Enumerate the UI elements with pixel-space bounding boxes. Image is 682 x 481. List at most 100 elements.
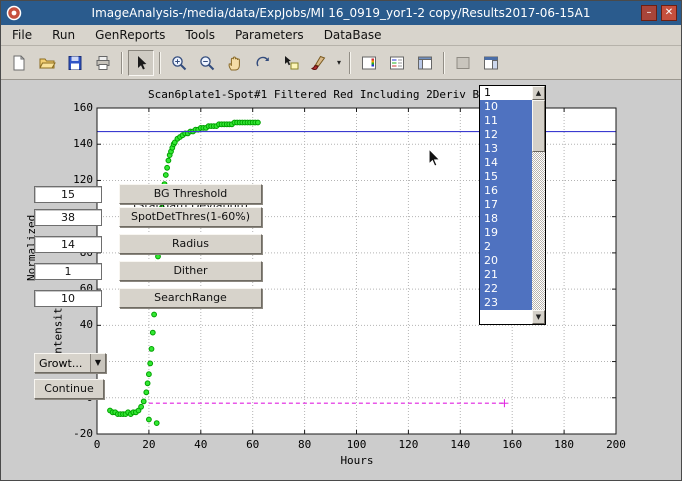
- save-button[interactable]: [62, 50, 88, 76]
- value-list-item[interactable]: 14: [480, 156, 532, 170]
- y-tick-label: 140: [61, 137, 93, 150]
- close-button[interactable]: ✕: [661, 5, 677, 21]
- scroll-down-icon[interactable]: ▼: [532, 310, 545, 324]
- data-point: [147, 372, 152, 377]
- data-point: [145, 381, 150, 386]
- dither-input[interactable]: [34, 263, 102, 280]
- value-list: 1 ▲ 10111213141516171819220212223 ▼: [479, 85, 546, 325]
- menu-parameters[interactable]: Parameters: [226, 26, 313, 44]
- data-point: [149, 347, 154, 352]
- x-tick-label: 60: [238, 438, 268, 451]
- x-tick-label: 20: [134, 438, 164, 451]
- x-tick-label: 100: [342, 438, 372, 451]
- edit-plot-button[interactable]: [128, 50, 154, 76]
- zoom-in-icon: [170, 54, 188, 72]
- data-point: [154, 421, 159, 426]
- scrollbar-track[interactable]: [532, 100, 545, 310]
- menu-tools[interactable]: Tools: [176, 26, 224, 44]
- value-list-item[interactable]: 22: [480, 282, 532, 296]
- pan-button[interactable]: [222, 50, 248, 76]
- value-list-item[interactable]: 10: [480, 100, 532, 114]
- brush-icon: [310, 54, 328, 72]
- insert-legend-button[interactable]: [384, 50, 410, 76]
- value-list-item[interactable]: 21: [480, 268, 532, 282]
- data-point: [147, 417, 152, 422]
- menu-file[interactable]: File: [3, 26, 41, 44]
- data-cursor-button[interactable]: [278, 50, 304, 76]
- plot-tools-button[interactable]: [412, 50, 438, 76]
- insert-colorbar-icon: [360, 54, 378, 72]
- x-tick-label: 140: [445, 438, 475, 451]
- window-title: ImageAnalysis-/media/data/ExpJobs/MI 16_…: [1, 6, 681, 20]
- value-list-item[interactable]: 17: [480, 198, 532, 212]
- new-figure-button[interactable]: [6, 50, 32, 76]
- rotate-3d-icon: [254, 54, 272, 72]
- value-list-item[interactable]: 15: [480, 170, 532, 184]
- chevron-down-icon[interactable]: ▼: [90, 354, 105, 372]
- toolbar: ▾: [1, 46, 681, 80]
- x-axis-label: Hours: [326, 454, 388, 467]
- brush-button[interactable]: [306, 50, 332, 76]
- show-plot-tools-button[interactable]: [478, 50, 504, 76]
- value-list-item[interactable]: 16: [480, 184, 532, 198]
- rotate-3d-button[interactable]: [250, 50, 276, 76]
- menu-run[interactable]: Run: [43, 26, 84, 44]
- print-button[interactable]: [90, 50, 116, 76]
- brush-dropdown-caret[interactable]: ▾: [334, 50, 344, 76]
- window-menu-icon[interactable]: [6, 5, 22, 21]
- x-tick-label: 40: [186, 438, 216, 451]
- dither-button[interactable]: Dither: [119, 261, 262, 281]
- menu-genreports[interactable]: GenReports: [86, 26, 174, 44]
- y-tick-label: 40: [61, 318, 93, 331]
- value-list-item[interactable]: 18: [480, 212, 532, 226]
- x-tick-label: 200: [601, 438, 631, 451]
- data-point: [144, 390, 149, 395]
- title-bar: ImageAnalysis-/media/data/ExpJobs/MI 16_…: [1, 1, 681, 25]
- data-point: [165, 165, 170, 170]
- data-point: [156, 254, 161, 259]
- searchrange-button[interactable]: SearchRange: [119, 288, 262, 308]
- bg-threshold-button[interactable]: BG Threshold: [119, 184, 262, 204]
- value-list-items: 10111213141516171819220212223: [480, 100, 532, 310]
- menu-bar: FileRunGenReportsToolsParametersDataBase: [1, 25, 681, 46]
- toolbar-separator: [349, 52, 351, 74]
- value-list-item[interactable]: 12: [480, 128, 532, 142]
- plot-tools-icon: [416, 54, 434, 72]
- value-list-item[interactable]: 23: [480, 296, 532, 310]
- radius-button[interactable]: Radius: [119, 234, 262, 254]
- figure-canvas: Scan6plate1-Spot#1 Filtered Red Includin…: [1, 80, 681, 480]
- value-list-item[interactable]: 13: [480, 142, 532, 156]
- open-file-button[interactable]: [34, 50, 60, 76]
- value-list-item[interactable]: 20: [480, 254, 532, 268]
- value-list-item[interactable]: 19: [480, 226, 532, 240]
- radius-input[interactable]: [34, 236, 102, 253]
- menu-database[interactable]: DataBase: [315, 26, 391, 44]
- growth-dropdown-value: Growt...: [35, 357, 90, 370]
- data-point: [152, 312, 157, 317]
- pan-hand-icon: [226, 54, 244, 72]
- growth-dropdown[interactable]: Growt... ▼: [34, 353, 106, 373]
- spotdetthres-button[interactable]: SpotDetThres(1-60%): [119, 207, 262, 227]
- zoom-in-button[interactable]: [166, 50, 192, 76]
- continue-button[interactable]: Continue: [34, 379, 104, 399]
- insert-colorbar-button[interactable]: [356, 50, 382, 76]
- plot-title: Scan6plate1-Spot#1 Filtered Red Includin…: [148, 88, 486, 101]
- y-tick-label: -20: [61, 427, 93, 440]
- minimize-button[interactable]: –: [641, 5, 657, 21]
- data-point: [148, 361, 153, 366]
- toolbar-separator: [159, 52, 161, 74]
- spotdetthres-input[interactable]: [34, 209, 102, 226]
- bg-threshold-input[interactable]: [34, 186, 102, 203]
- print-icon: [94, 54, 112, 72]
- edit-arrow-icon: [132, 54, 150, 72]
- value-list-item[interactable]: 1: [480, 86, 532, 100]
- toolbar-separator: [443, 52, 445, 74]
- scrollbar-thumb[interactable]: [532, 100, 545, 152]
- hide-plot-tools-button[interactable]: [450, 50, 476, 76]
- value-list-item[interactable]: 11: [480, 114, 532, 128]
- value-list-item[interactable]: 2: [480, 240, 532, 254]
- scroll-up-icon[interactable]: ▲: [532, 86, 545, 100]
- searchrange-input[interactable]: [34, 290, 102, 307]
- zoom-out-button[interactable]: [194, 50, 220, 76]
- toolbar-separator: [121, 52, 123, 74]
